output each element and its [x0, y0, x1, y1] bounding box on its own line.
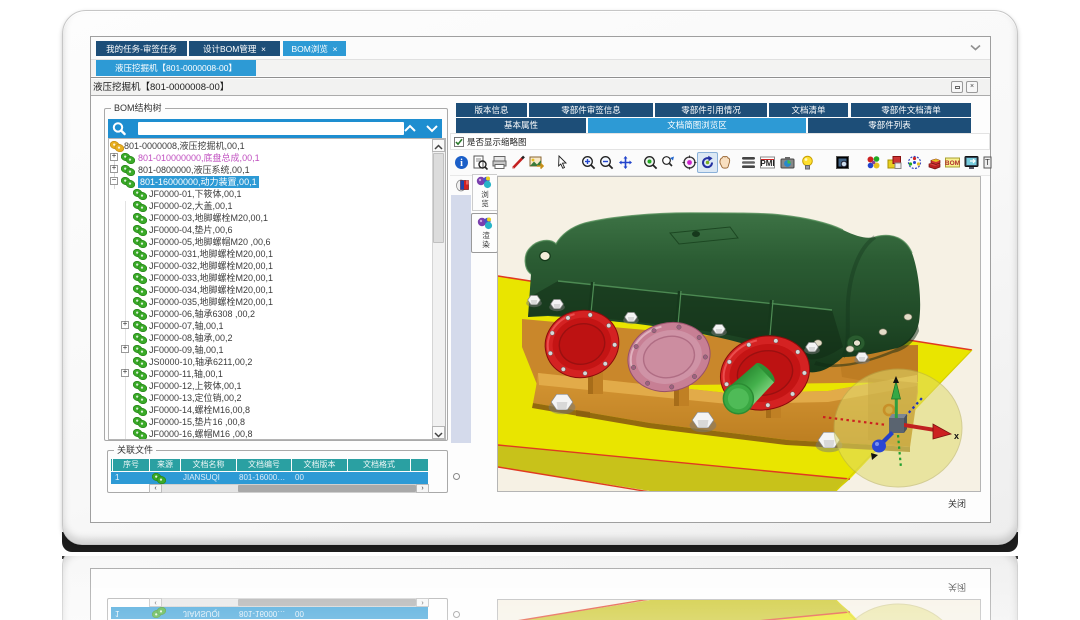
- svg-text:i: i: [460, 158, 463, 169]
- svg-text:PMI: PMI: [760, 159, 774, 168]
- svg-text:BOM: BOM: [945, 160, 960, 167]
- svg-text:x: x: [954, 431, 959, 441]
- svg-text:T: T: [985, 158, 990, 167]
